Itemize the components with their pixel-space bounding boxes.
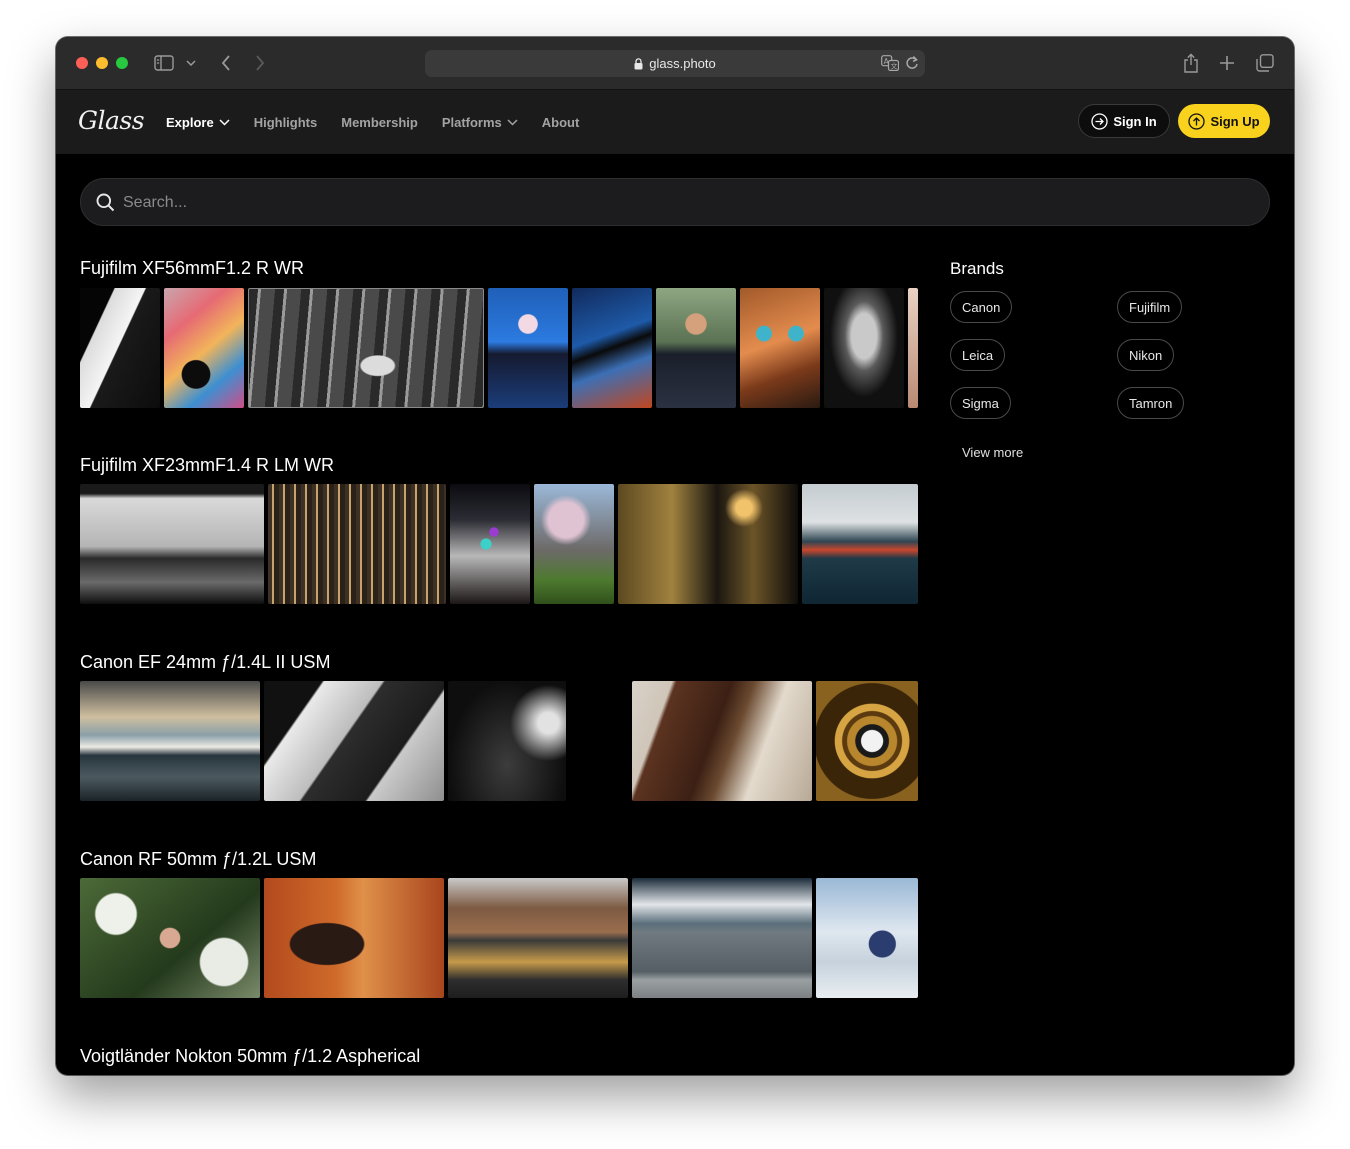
nav-highlights[interactable]: Highlights <box>254 115 318 130</box>
svg-text:文: 文 <box>891 62 898 71</box>
glass-logo[interactable]: Glass <box>78 106 145 135</box>
nav-membership-label: Membership <box>341 114 418 130</box>
arrow-right-circle-icon <box>1091 112 1108 130</box>
chevron-down-icon <box>219 118 230 126</box>
sign-in-label: Sign In <box>1113 113 1157 129</box>
photo-thumbnail[interactable] <box>448 878 628 998</box>
brand-chip-nikon[interactable]: Nikon <box>1117 339 1175 371</box>
sign-in-button[interactable]: Sign In <box>1078 104 1170 138</box>
brand-chip-fujifilm[interactable]: Fujifilm <box>1117 291 1183 323</box>
close-window-button[interactable] <box>76 57 88 69</box>
photo-thumbnail[interactable] <box>268 484 446 604</box>
browser-toolbar: glass.photo A文 <box>56 37 1294 90</box>
photo-row <box>80 484 918 604</box>
lens-title[interactable]: Fujifilm XF23mmF1.4 R LM WR <box>80 455 334 476</box>
photo-thumbnail[interactable] <box>816 681 918 801</box>
photo-thumbnail[interactable] <box>908 288 918 408</box>
photo-thumbnail[interactable] <box>572 288 652 408</box>
brand-chip-leica[interactable]: Leica <box>950 339 1006 371</box>
site-header: Glass Explore Highlights Membership Plat… <box>56 90 1294 154</box>
photo-thumbnail[interactable] <box>80 484 264 604</box>
lens-title[interactable]: Fujifilm XF56mmF1.2 R WR <box>80 258 304 279</box>
view-more-link[interactable]: View more <box>962 445 1023 460</box>
photo-thumbnail[interactable] <box>816 878 918 998</box>
photo-row <box>80 681 918 801</box>
photo-thumbnail[interactable] <box>80 288 160 408</box>
chevron-down-icon <box>507 118 518 126</box>
photo-thumbnail[interactable] <box>248 288 484 408</box>
photo-thumbnail[interactable] <box>656 288 736 408</box>
photo-thumbnail[interactable] <box>264 681 444 801</box>
nav-membership[interactable]: Membership <box>341 115 418 130</box>
photo-thumbnail[interactable] <box>264 878 444 998</box>
arrow-up-circle-icon <box>1188 112 1206 130</box>
search-icon <box>96 193 115 212</box>
back-icon[interactable] <box>216 51 236 75</box>
search-bar <box>80 178 1270 226</box>
new-tab-icon[interactable] <box>1216 51 1238 75</box>
photo-thumbnail[interactable] <box>450 484 530 604</box>
minimize-window-button[interactable] <box>96 57 108 69</box>
forward-icon[interactable] <box>250 51 270 75</box>
photo-thumbnail[interactable] <box>740 288 820 408</box>
tab-overview-icon[interactable] <box>1254 51 1276 75</box>
brands-heading: Brands <box>950 259 1004 278</box>
lock-icon <box>634 57 643 70</box>
sidebar-icon[interactable] <box>152 51 176 75</box>
search-input[interactable] <box>123 189 1223 217</box>
photo-thumbnail[interactable] <box>80 681 260 801</box>
photo-thumbnail[interactable] <box>632 878 812 998</box>
url-text: glass.photo <box>649 56 716 71</box>
main-nav: Explore Highlights Membership Platforms … <box>166 90 603 154</box>
photo-thumbnail[interactable] <box>632 681 812 801</box>
sign-up-label: Sign Up <box>1210 113 1260 129</box>
zoom-window-button[interactable] <box>116 57 128 69</box>
nav-explore[interactable]: Explore <box>166 115 230 130</box>
photo-thumbnail[interactable] <box>618 484 798 604</box>
photo-thumbnail[interactable] <box>802 484 918 604</box>
lens-title[interactable]: Canon RF 50mm ƒ/1.2L USM <box>80 849 316 870</box>
nav-platforms-label: Platforms <box>441 114 502 130</box>
share-icon[interactable] <box>1180 51 1202 75</box>
sign-up-button[interactable]: Sign Up <box>1178 104 1270 138</box>
translate-icon[interactable]: A文 <box>881 55 899 71</box>
photo-thumbnail[interactable] <box>80 878 260 998</box>
browser-window: glass.photo A文 Glass Explore Highlights <box>56 37 1294 1075</box>
photo-thumbnail[interactable] <box>824 288 904 408</box>
brand-chip-sigma[interactable]: Sigma <box>950 387 1011 419</box>
nav-explore-label: Explore <box>166 114 214 130</box>
photo-thumbnail[interactable] <box>164 288 244 408</box>
brand-chip-canon[interactable]: Canon <box>950 291 1013 323</box>
nav-highlights-label: Highlights <box>253 114 318 130</box>
nav-platforms[interactable]: Platforms <box>442 115 518 130</box>
lens-title[interactable]: Canon EF 24mm ƒ/1.4L II USM <box>80 652 330 673</box>
photo-thumbnail[interactable] <box>488 288 568 408</box>
chevron-down-icon[interactable] <box>182 51 200 75</box>
photo-thumbnail[interactable] <box>448 681 566 801</box>
nav-about[interactable]: About <box>542 115 580 130</box>
brand-chip-tamron[interactable]: Tamron <box>1117 387 1185 419</box>
photo-row <box>80 878 918 998</box>
nav-about-label: About <box>541 114 580 130</box>
photo-thumbnail[interactable] <box>534 484 614 604</box>
lens-title[interactable]: Voigtländer Nokton 50mm ƒ/1.2 Aspherical <box>80 1046 420 1067</box>
address-bar[interactable]: glass.photo A文 <box>425 50 925 77</box>
photo-row <box>80 288 918 408</box>
reload-icon[interactable] <box>905 55 919 71</box>
